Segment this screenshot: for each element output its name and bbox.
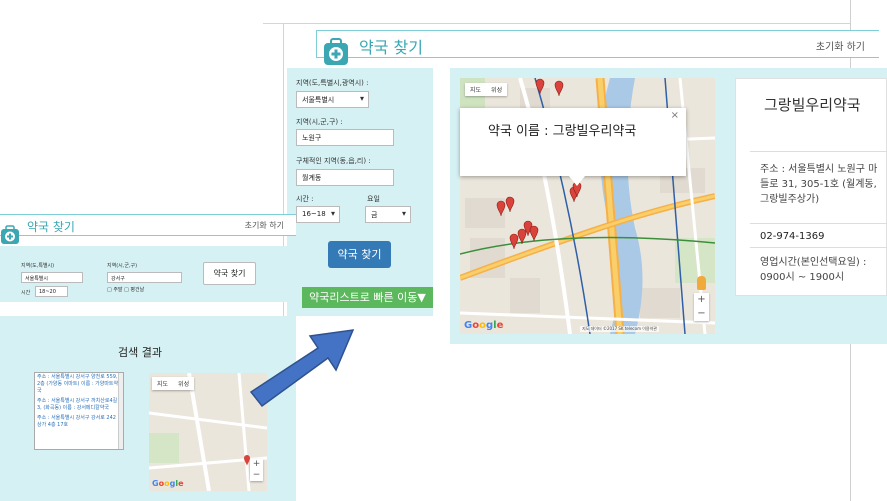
page-title: 약국 찾기	[359, 38, 423, 57]
pharmacy-info-card: 그랑빌우리약국 주소 : 서울특별시 노원구 마들로 31, 305-1호 (월…	[735, 78, 887, 296]
day-value: 금	[371, 211, 378, 219]
day-label: 요일	[367, 195, 380, 203]
region1-select[interactable]: 서울특별시	[296, 91, 369, 108]
map-type-control[interactable]: 지도 위성	[465, 83, 508, 96]
region3-input[interactable]: 월계동	[296, 169, 394, 186]
small-time-select[interactable]: 18~20	[35, 286, 68, 297]
divider	[750, 223, 887, 224]
region3-value: 월계동	[302, 174, 322, 182]
region1-value: 서울특별시	[302, 96, 335, 104]
search-form: 지역(도,특별시,광역시) : 서울특별시 지역(시,군,구) : 노원구 구체…	[287, 68, 433, 316]
small-region2-value: 강서구	[111, 276, 125, 282]
pharmacy-phone: 02-974-1369	[760, 231, 825, 242]
region2-label: 지역(시,군,구) :	[296, 118, 343, 126]
close-icon[interactable]: ×	[671, 110, 679, 121]
day-select[interactable]: 금	[365, 206, 411, 223]
time-select[interactable]: 16~18	[296, 206, 340, 223]
list-item[interactable]: 주소 : 서울특별시 강서구 강서로 242 상가 4층 17호	[35, 414, 123, 431]
small-time-value: 18~20	[39, 289, 56, 295]
region2-value: 노원구	[302, 134, 322, 142]
region1-label: 지역(도,특별시,광역시) :	[296, 79, 369, 87]
region2-input[interactable]: 노원구	[296, 129, 394, 146]
divider	[750, 151, 887, 152]
pharmacy-address: 주소 : 서울특별시 노원구 마들로 31, 305-1호 (월계동, 그랑빌주…	[760, 164, 878, 205]
list-item[interactable]: 주소 : 서울특별시 강서구 까치산로4길 3, (화곡동) 이름 : 강서메디…	[35, 397, 123, 414]
big-header: 약국 찾기 초기화 하기	[316, 30, 879, 58]
results-list[interactable]: 주소 : 서울특별시 강서구 양천로 559, 2층 (가양동 이마트) 이름 …	[34, 372, 124, 450]
small-page-title: 약국 찾기	[27, 220, 75, 234]
map-info-window: 약국 이름 : 그랑빌우리약국 ×	[460, 108, 686, 176]
small-map-type-map[interactable]: 지도	[152, 377, 173, 390]
pharmacy-name: 그랑빌우리약국	[764, 96, 861, 114]
map-type-map[interactable]: 지도	[465, 83, 486, 96]
map-copyright: 지도 데이터 ©2017 SK telecom 이용약관	[580, 326, 659, 332]
google-logo: Google	[464, 320, 504, 331]
small-region1-select[interactable]: 서울특별시	[21, 272, 83, 283]
back-window-top-bar	[263, 0, 853, 24]
list-scrollbar[interactable]	[118, 373, 123, 449]
small-day-checkboxes[interactable]: □ 주말 □ 평건날	[107, 286, 144, 293]
small-zoom-out-button[interactable]: −	[250, 470, 263, 481]
first-aid-kit-icon	[324, 38, 348, 65]
small-region2-input[interactable]: 강서구	[107, 272, 182, 283]
small-map-type-satellite[interactable]: 위성	[173, 377, 194, 390]
pegman-icon[interactable]	[697, 276, 706, 290]
small-search-form: 지역(도,특별시) 서울특별시 지역(시,군,구) 강서구 시간 18~20 □…	[0, 246, 296, 302]
reset-button[interactable]: 초기화 하기	[816, 38, 865, 53]
info-window-text: 약국 이름 : 그랑빌우리약국	[488, 124, 637, 139]
small-find-pharmacy-button[interactable]: 약국 찾기	[203, 262, 256, 285]
region3-label: 구체적인 지역(동,읍,리) :	[296, 157, 371, 165]
time-value: 16~18	[302, 210, 326, 218]
small-zoom-control[interactable]: + −	[250, 459, 263, 481]
small-reset-button[interactable]: 초기화 하기	[245, 220, 284, 231]
small-region1-label: 지역(도,특별시)	[21, 263, 55, 269]
composite-screenshot: 약국 찾기 초기화 하기 지역(도,특별시,광역시) : 서울특별시 지역(시,…	[0, 0, 887, 501]
results-heading: 검색 결과	[118, 346, 162, 359]
small-map-type-control[interactable]: 지도 위성	[152, 377, 195, 390]
map-type-satellite[interactable]: 위성	[486, 83, 507, 96]
find-pharmacy-button[interactable]: 약국 찾기	[328, 241, 391, 268]
time-label: 시간 :	[296, 195, 314, 203]
transition-arrow-icon	[249, 329, 355, 408]
small-header: 약국 찾기 초기화 하기	[0, 214, 296, 236]
zoom-out-button[interactable]: −	[694, 307, 709, 321]
divider	[750, 247, 887, 248]
info-window-tail	[569, 176, 585, 186]
first-aid-kit-icon	[1, 225, 19, 244]
list-item[interactable]: 주소 : 서울특별시 강서구 양천로 559, 2층 (가양동 이마트) 이름 …	[35, 373, 123, 397]
jump-to-list-button[interactable]: 약국리스트로 빠른 이동▼	[302, 287, 433, 308]
small-zoom-in-button[interactable]: +	[250, 459, 263, 470]
zoom-control[interactable]: + −	[694, 293, 709, 321]
pharmacy-hours: 영업시간(본인선택요일) : 0900시 ~ 1900시	[760, 257, 867, 283]
small-time-label: 시간	[21, 290, 31, 296]
zoom-in-button[interactable]: +	[694, 293, 709, 307]
small-google-logo: Google	[152, 479, 184, 488]
small-region2-label: 지역(시,군,구)	[107, 263, 138, 269]
small-region1-value: 서울특별시	[25, 276, 49, 282]
